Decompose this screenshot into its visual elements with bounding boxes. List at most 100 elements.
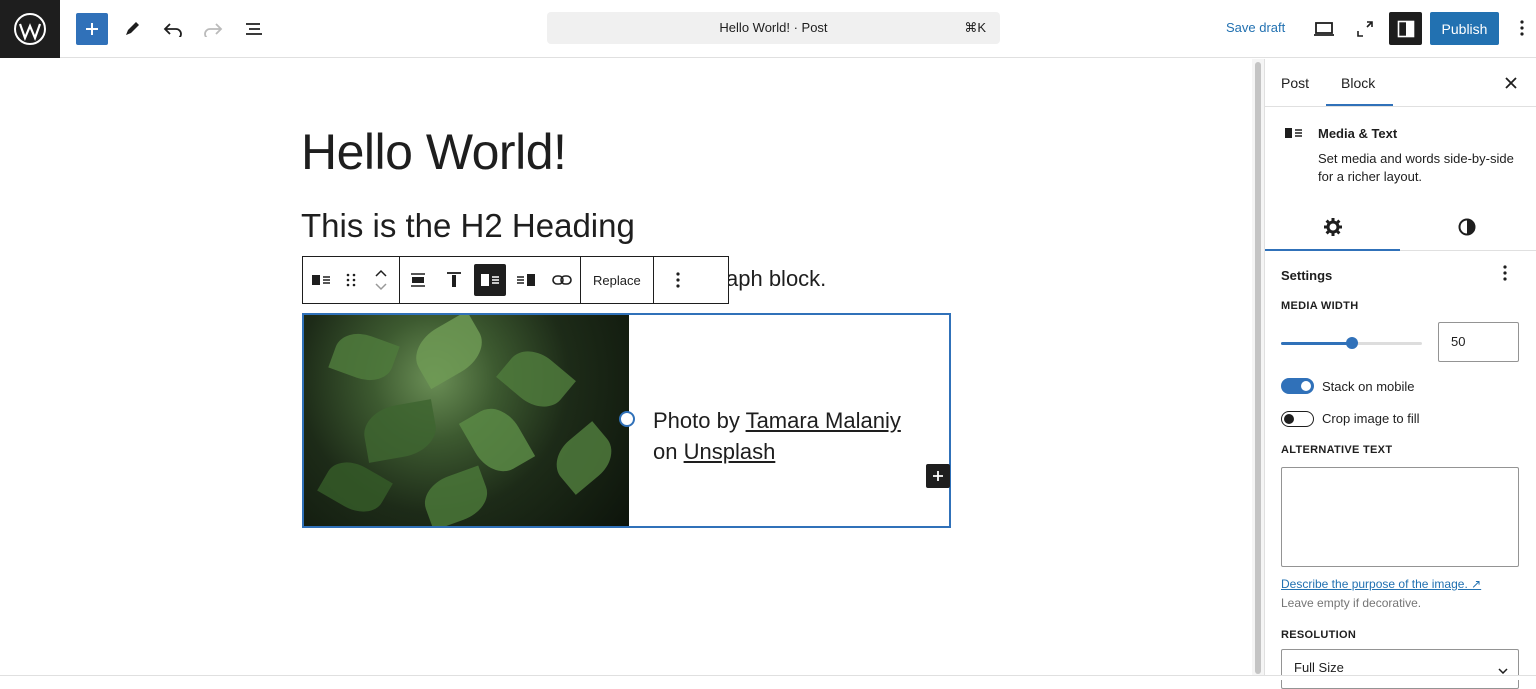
media-width-slider-thumb[interactable] [1345, 337, 1358, 349]
unsplash-link[interactable]: Unsplash [684, 439, 776, 464]
drag-handle[interactable] [339, 257, 363, 303]
save-draft-button[interactable]: Save draft [1226, 20, 1285, 35]
command-palette-bar[interactable]: Hello World! · Post ⌘K [547, 12, 1000, 44]
expand-icon [1357, 21, 1373, 37]
publish-button[interactable]: Publish [1430, 12, 1499, 45]
redo-button[interactable] [197, 13, 229, 45]
bottom-edge [0, 675, 1536, 680]
options-menu-button[interactable] [1514, 14, 1530, 42]
list-view-icon [246, 23, 262, 35]
undo-button[interactable] [157, 13, 189, 45]
author-link[interactable]: Tamara Malaniy [746, 408, 901, 433]
fullscreen-button[interactable] [1349, 13, 1381, 45]
media-width-slider-fill [1281, 342, 1352, 345]
redo-icon [204, 23, 223, 37]
heading-block[interactable]: This is the H2 Heading [301, 207, 635, 245]
media-text-icon [312, 275, 330, 285]
desktop-icon [1314, 22, 1334, 36]
move-up-down-buttons[interactable] [363, 257, 399, 303]
link-button[interactable] [544, 257, 580, 303]
resolution-select[interactable]: Full Size [1281, 649, 1519, 689]
resize-handle[interactable] [619, 411, 635, 427]
pull-right-icon [517, 274, 535, 286]
more-vertical-icon [1520, 20, 1524, 36]
close-icon [1505, 77, 1517, 89]
block-toolbar: Replace [302, 256, 729, 304]
toolbar-group-block [303, 257, 400, 303]
settings-panel-title: Settings [1281, 268, 1333, 283]
caption-prefix: Photo by [653, 408, 746, 433]
tab-post[interactable]: Post [1281, 75, 1309, 91]
plus-icon [933, 471, 943, 481]
wordpress-icon [14, 13, 46, 45]
block-card-title: Media & Text [1318, 126, 1398, 141]
pull-left-icon [481, 274, 499, 286]
crop-image-toggle[interactable] [1281, 411, 1314, 427]
block-options-button[interactable] [654, 257, 702, 303]
alt-text-help-link[interactable]: Describe the purpose of the image. ↗ [1281, 577, 1481, 591]
media-image[interactable] [304, 315, 629, 526]
canvas-scrollbar-thumb[interactable] [1255, 62, 1261, 674]
more-vertical-icon [1503, 265, 1507, 281]
media-width-label: MEDIA WIDTH [1281, 300, 1359, 312]
undo-icon [163, 23, 182, 37]
chevron-up-icon [375, 269, 387, 277]
block-card-description: Set media and words side-by-side for a r… [1318, 151, 1514, 184]
stack-on-mobile-toggle[interactable] [1281, 378, 1314, 394]
align-button[interactable] [400, 257, 436, 303]
crop-image-label: Crop image to fill [1322, 411, 1420, 426]
media-text-block-icon [1284, 126, 1304, 145]
resolution-label: RESOLUTION [1281, 629, 1357, 641]
link-icon [552, 275, 572, 285]
more-vertical-icon [676, 272, 680, 288]
subtab-active-indicator [1265, 249, 1400, 251]
document-overview-button[interactable] [238, 13, 270, 45]
media-text-content[interactable]: Photo by Tamara Malaniy on Unsplash [629, 315, 949, 526]
toolbar-group-align [400, 257, 581, 303]
align-wide-icon [411, 273, 425, 287]
editor-canvas: Hello World! This is the H2 Heading aph … [0, 59, 1252, 676]
sidebar-tabs: Post Block [1265, 59, 1536, 107]
tab-block[interactable]: Block [1341, 75, 1375, 91]
toolbar-group-options [654, 257, 702, 303]
settings-sidebar-toggle[interactable] [1389, 12, 1422, 45]
caption-mid: on [653, 439, 684, 464]
gear-icon [1324, 218, 1342, 236]
media-left-button[interactable] [474, 264, 506, 296]
media-width-input[interactable]: 50 [1438, 322, 1519, 362]
vertical-align-button[interactable] [436, 257, 472, 303]
toolbar-group-replace: Replace [581, 257, 654, 303]
command-shortcut: ⌘K [964, 20, 986, 35]
chevron-down-icon [375, 283, 387, 291]
half-circle-icon [1458, 218, 1476, 236]
block-inspector-tabs [1265, 205, 1536, 251]
tab-settings[interactable] [1323, 217, 1343, 237]
post-title[interactable]: Hello World! [301, 123, 567, 181]
sidebar-icon [1397, 20, 1414, 37]
tab-active-indicator [1326, 104, 1393, 106]
add-block-button[interactable] [76, 13, 108, 45]
plus-icon [86, 23, 98, 35]
tab-styles[interactable] [1457, 217, 1477, 237]
block-inserter-button[interactable] [926, 464, 950, 488]
paragraph-block[interactable]: aph block. [726, 266, 826, 292]
editor-header: Hello World! · Post ⌘K Save draft Publis… [0, 0, 1536, 58]
settings-panel-options[interactable] [1503, 265, 1511, 283]
pencil-icon [126, 22, 139, 35]
alt-text-help: Leave empty if decorative. [1281, 596, 1422, 610]
settings-sidebar: Post Block Media & Text Set media and wo… [1264, 59, 1536, 689]
alt-text-label: ALTERNATIVE TEXT [1281, 444, 1393, 456]
document-title: Hello World! · Post [719, 20, 828, 35]
replace-button[interactable]: Replace [581, 257, 653, 303]
close-sidebar-button[interactable] [1501, 73, 1521, 93]
tools-button[interactable] [116, 13, 148, 45]
resolution-value: Full Size [1294, 660, 1344, 675]
align-top-icon [447, 272, 461, 287]
block-type-button[interactable] [303, 257, 339, 303]
media-right-button[interactable] [508, 257, 544, 303]
alt-text-textarea[interactable] [1281, 467, 1519, 567]
drag-icon [346, 273, 356, 287]
preview-button[interactable] [1308, 13, 1340, 45]
wordpress-logo-button[interactable] [0, 0, 60, 58]
stack-on-mobile-label: Stack on mobile [1322, 379, 1415, 394]
